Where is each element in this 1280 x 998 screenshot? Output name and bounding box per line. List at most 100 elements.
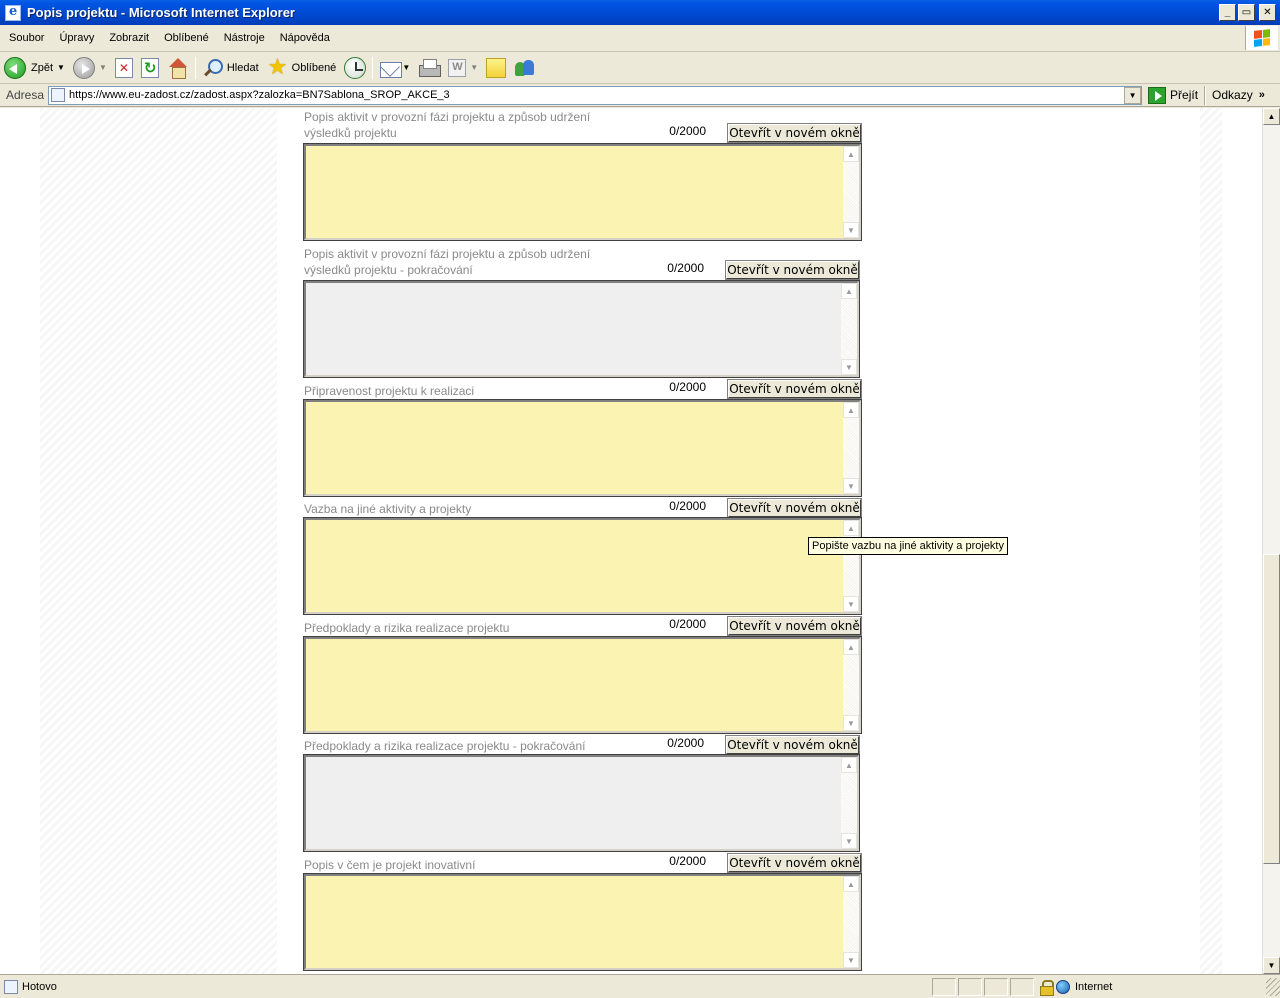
scroll-up-icon[interactable]: ▲ xyxy=(1263,108,1280,125)
textarea-operational-activities-continued[interactable]: ▲ ▼ xyxy=(303,280,860,378)
open-new-window-button[interactable]: Otevřít v novém okně xyxy=(727,379,862,399)
back-dropdown-icon[interactable]: ▼ xyxy=(57,63,65,72)
char-counter: 0/2000 xyxy=(667,736,704,750)
menu-view[interactable]: Zobrazit xyxy=(109,32,149,44)
maximize-button[interactable]: ▭ xyxy=(1238,4,1255,21)
textarea-scrollbar[interactable]: ▲ ▼ xyxy=(843,520,859,612)
textarea-assumptions-risks[interactable]: ▲ ▼ xyxy=(303,636,862,734)
form-field-related-activities: Vazba na jiné aktivity a projekty 0/2000… xyxy=(303,497,862,615)
char-counter: 0/2000 xyxy=(669,124,706,138)
mail-button[interactable]: ▼ xyxy=(375,54,414,82)
address-input[interactable]: https://www.eu-zadost.cz/zadost.aspx?zal… xyxy=(48,85,1143,105)
go-arrow-icon xyxy=(1148,86,1167,104)
chevron-right-icon[interactable]: » xyxy=(1259,89,1265,101)
history-button[interactable] xyxy=(340,54,370,82)
scroll-down-icon[interactable]: ▼ xyxy=(843,715,859,731)
textarea-operational-activities[interactable]: ▲ ▼ xyxy=(303,143,862,241)
page-done-icon xyxy=(4,979,18,994)
open-new-window-button[interactable]: Otevřít v novém okně xyxy=(725,260,860,280)
menu-help[interactable]: Nápověda xyxy=(280,32,330,44)
links-button[interactable]: Odkazy xyxy=(1212,88,1253,102)
char-counter: 0/2000 xyxy=(667,261,704,275)
scroll-down-icon[interactable]: ▼ xyxy=(843,596,859,612)
minimize-button[interactable]: _ xyxy=(1219,4,1236,21)
scroll-up-icon[interactable]: ▲ xyxy=(843,520,859,536)
textarea-assumptions-risks-continued[interactable]: ▲ ▼ xyxy=(303,754,860,852)
scroll-down-icon[interactable]: ▼ xyxy=(843,222,859,238)
menu-favorites[interactable]: Oblíbené xyxy=(164,32,209,44)
resize-grip[interactable] xyxy=(1266,977,1280,996)
security-zone[interactable]: Internet xyxy=(1056,978,1262,996)
stop-icon xyxy=(114,57,133,78)
print-button[interactable] xyxy=(414,54,444,82)
forward-dropdown-icon[interactable]: ▼ xyxy=(99,63,107,72)
scroll-up-icon[interactable]: ▲ xyxy=(843,639,859,655)
scroll-down-icon[interactable]: ▼ xyxy=(843,952,859,968)
search-button[interactable]: Hledat xyxy=(198,54,263,82)
open-new-window-button[interactable]: Otevřít v novém okně xyxy=(725,735,860,755)
menu-edit[interactable]: Úpravy xyxy=(59,32,94,44)
title-bar: Popis projektu - Microsoft Internet Expl… xyxy=(0,0,1280,25)
close-button[interactable]: ✕ xyxy=(1259,4,1276,21)
mail-dropdown-icon[interactable]: ▼ xyxy=(402,63,410,72)
back-button[interactable]: Zpět ▼ xyxy=(0,54,69,82)
discuss-button[interactable] xyxy=(482,54,510,82)
scroll-down-icon[interactable]: ▼ xyxy=(843,478,859,494)
textarea-scrollbar[interactable]: ▲ ▼ xyxy=(843,876,859,968)
zone-label: Internet xyxy=(1075,980,1113,993)
favorites-label: Oblíbené xyxy=(291,61,337,74)
open-new-window-button[interactable]: Otevřít v novém okně xyxy=(727,498,862,518)
open-new-window-button[interactable]: Otevřít v novém okně xyxy=(727,616,862,636)
word-icon xyxy=(448,58,467,77)
search-icon xyxy=(202,57,224,79)
address-label: Adresa xyxy=(6,88,45,102)
globe-icon xyxy=(1056,979,1070,994)
favorites-button[interactable]: Oblíbené xyxy=(263,54,341,82)
textarea-scrollbar[interactable]: ▲ ▼ xyxy=(843,402,859,494)
form-field-project-readiness: Připravenost projektu k realizaci 0/2000… xyxy=(303,378,862,497)
scroll-down-icon[interactable]: ▼ xyxy=(841,359,857,375)
edit-button[interactable]: ▼ xyxy=(444,54,482,82)
address-url[interactable]: https://www.eu-zadost.cz/zadost.aspx?zal… xyxy=(69,89,450,101)
textarea-innovation[interactable]: ▲ ▼ xyxy=(303,873,862,971)
lock-icon[interactable] xyxy=(1040,979,1054,996)
mail-icon xyxy=(379,57,403,79)
form-field-innovation: Popis v čem je projekt inovativní 0/2000… xyxy=(303,853,862,971)
address-dropdown-icon[interactable]: ▼ xyxy=(1124,86,1142,104)
go-button[interactable]: Přejít xyxy=(1148,86,1199,104)
open-new-window-button[interactable]: Otevřít v novém okně xyxy=(727,123,862,143)
messenger-button[interactable] xyxy=(510,54,540,82)
scroll-thumb[interactable] xyxy=(1263,554,1280,864)
textarea-project-readiness[interactable]: ▲ ▼ xyxy=(303,399,862,497)
forward-button[interactable]: ▼ xyxy=(69,54,111,82)
windows-flag-icon xyxy=(1254,29,1270,47)
refresh-button[interactable] xyxy=(137,54,163,82)
textarea-scrollbar[interactable]: ▲ ▼ xyxy=(841,757,857,849)
stop-button[interactable] xyxy=(111,54,137,82)
page-scrollbar[interactable]: ▲ ▼ xyxy=(1262,108,1280,974)
page-viewport: Popis aktivit v provozní fázi projektu a… xyxy=(0,108,1262,974)
windows-logo xyxy=(1245,26,1278,50)
menu-tools[interactable]: Nástroje xyxy=(224,32,265,44)
ie-icon xyxy=(5,4,21,21)
home-button[interactable] xyxy=(163,54,193,82)
scroll-up-icon[interactable]: ▲ xyxy=(843,146,859,162)
menu-file[interactable]: Soubor xyxy=(9,32,44,44)
edit-dropdown-icon[interactable]: ▼ xyxy=(470,63,478,72)
field-label: Předpoklady a rizika realizace projektu xyxy=(304,621,510,635)
open-new-window-button[interactable]: Otevřít v novém okně xyxy=(727,853,862,873)
go-label: Přejít xyxy=(1170,88,1199,102)
scroll-up-icon[interactable]: ▲ xyxy=(841,757,857,773)
scroll-up-icon[interactable]: ▲ xyxy=(841,283,857,299)
textarea-scrollbar[interactable]: ▲ ▼ xyxy=(843,639,859,731)
scroll-up-icon[interactable]: ▲ xyxy=(843,876,859,892)
textarea-scrollbar[interactable]: ▲ ▼ xyxy=(841,283,857,375)
refresh-icon xyxy=(140,57,159,78)
textarea-scrollbar[interactable]: ▲ ▼ xyxy=(843,146,859,238)
char-counter: 0/2000 xyxy=(669,617,706,631)
scroll-down-icon[interactable]: ▼ xyxy=(841,833,857,849)
textarea-related-activities[interactable]: ▲ ▼ xyxy=(303,517,862,615)
note-icon xyxy=(486,57,507,78)
scroll-down-icon[interactable]: ▼ xyxy=(1263,957,1280,974)
scroll-up-icon[interactable]: ▲ xyxy=(843,402,859,418)
